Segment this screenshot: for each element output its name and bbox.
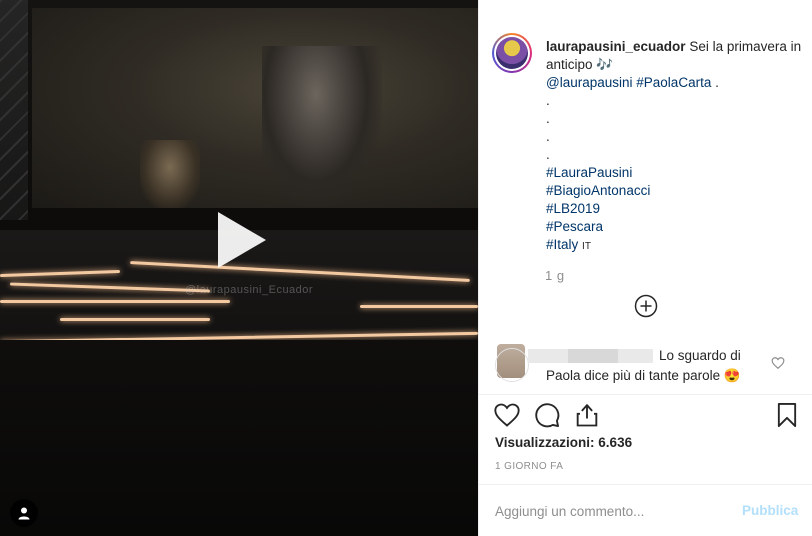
action-bar bbox=[479, 395, 812, 435]
crowd-area bbox=[0, 340, 478, 536]
stage-light-strip bbox=[0, 300, 230, 303]
hashtag-link[interactable]: #PaolaCarta bbox=[636, 75, 711, 90]
play-button[interactable] bbox=[204, 204, 276, 276]
hashtag-line-italy: #Italy IT bbox=[546, 236, 808, 256]
stage-light-strip bbox=[360, 305, 478, 308]
views-label: Visualizzazioni: bbox=[495, 435, 595, 450]
stage-led-screen bbox=[32, 8, 478, 208]
comment-icon bbox=[535, 403, 560, 428]
views-number: 6.636 bbox=[598, 435, 633, 450]
bookmark-icon bbox=[777, 402, 797, 428]
comment-input[interactable] bbox=[495, 500, 725, 522]
play-icon bbox=[218, 212, 266, 268]
share-icon bbox=[576, 404, 598, 427]
like-button[interactable] bbox=[493, 401, 521, 429]
heart-icon bbox=[494, 403, 520, 427]
caption-dot: . bbox=[546, 93, 550, 108]
caption-timestamp[interactable]: 1 g bbox=[545, 268, 565, 283]
video-player[interactable]: @laurapausini_Ecuador bbox=[0, 0, 478, 536]
hashtag-link[interactable]: #LauraPausini bbox=[546, 164, 808, 182]
girl-figure bbox=[140, 140, 200, 208]
singer-figure bbox=[262, 46, 382, 206]
load-more-comments-button[interactable] bbox=[634, 294, 658, 318]
comment-button[interactable] bbox=[533, 401, 561, 429]
comment-like-button[interactable] bbox=[771, 356, 785, 370]
caption-first-line: laurapausini_ecuador Sei la primavera in… bbox=[546, 38, 808, 74]
stage-light-strip bbox=[60, 318, 210, 321]
user-tag-icon bbox=[18, 507, 30, 520]
mention-link[interactable]: @laurapausini bbox=[546, 75, 633, 90]
comment-text-line1: Lo sguardo di bbox=[659, 348, 741, 363]
hashtag-link[interactable]: #LB2019 bbox=[546, 200, 808, 218]
user-tag-button[interactable] bbox=[10, 499, 38, 527]
plus-circle-icon bbox=[634, 294, 658, 318]
avatar-image bbox=[496, 37, 528, 69]
commenter-username-redacted[interactable] bbox=[528, 349, 653, 363]
caption-dot: . bbox=[546, 129, 550, 144]
save-button[interactable] bbox=[773, 401, 801, 429]
post-caption: laurapausini_ecuador Sei la primavera in… bbox=[546, 38, 808, 256]
hashtag-link[interactable]: #BiagioAntonacci bbox=[546, 182, 808, 200]
caption-emoji: 🎶 bbox=[596, 57, 614, 72]
share-button[interactable] bbox=[573, 401, 601, 429]
comment-text-line2: Paola dice più di tante parole 😍 bbox=[546, 368, 741, 383]
publish-button[interactable]: Pubblica bbox=[742, 503, 798, 518]
post-date[interactable]: 1 GIORNO FA bbox=[495, 461, 563, 472]
caption-mention-line: @laurapausini #PaolaCarta . bbox=[546, 74, 808, 92]
author-username[interactable]: laurapausini_ecuador bbox=[546, 39, 686, 54]
caption-trailing-dot: . bbox=[715, 75, 719, 90]
commenter-avatar[interactable] bbox=[495, 344, 529, 382]
stage-truss bbox=[0, 0, 28, 220]
author-avatar[interactable] bbox=[492, 33, 532, 73]
post-side-panel: laurapausini_ecuador Sei la primavera in… bbox=[478, 0, 812, 536]
caption-dot: . bbox=[546, 111, 550, 126]
views-count[interactable]: Visualizzazioni: 6.636 bbox=[495, 435, 632, 450]
avatar-inner bbox=[494, 35, 530, 71]
video-watermark: @laurapausini_Ecuador bbox=[185, 284, 314, 296]
heart-icon bbox=[771, 357, 785, 370]
comment-composer: Pubblica bbox=[479, 484, 812, 536]
comment-item: Lo sguardo di Paola dice più di tante pa… bbox=[479, 338, 812, 394]
caption-dot: . bbox=[546, 147, 550, 162]
hashtag-link[interactable]: #Pescara bbox=[546, 218, 808, 236]
italy-flag: IT bbox=[582, 241, 591, 252]
hashtag-link[interactable]: #Italy bbox=[546, 237, 578, 252]
caption-area: laurapausini_ecuador Sei la primavera in… bbox=[479, 0, 812, 338]
